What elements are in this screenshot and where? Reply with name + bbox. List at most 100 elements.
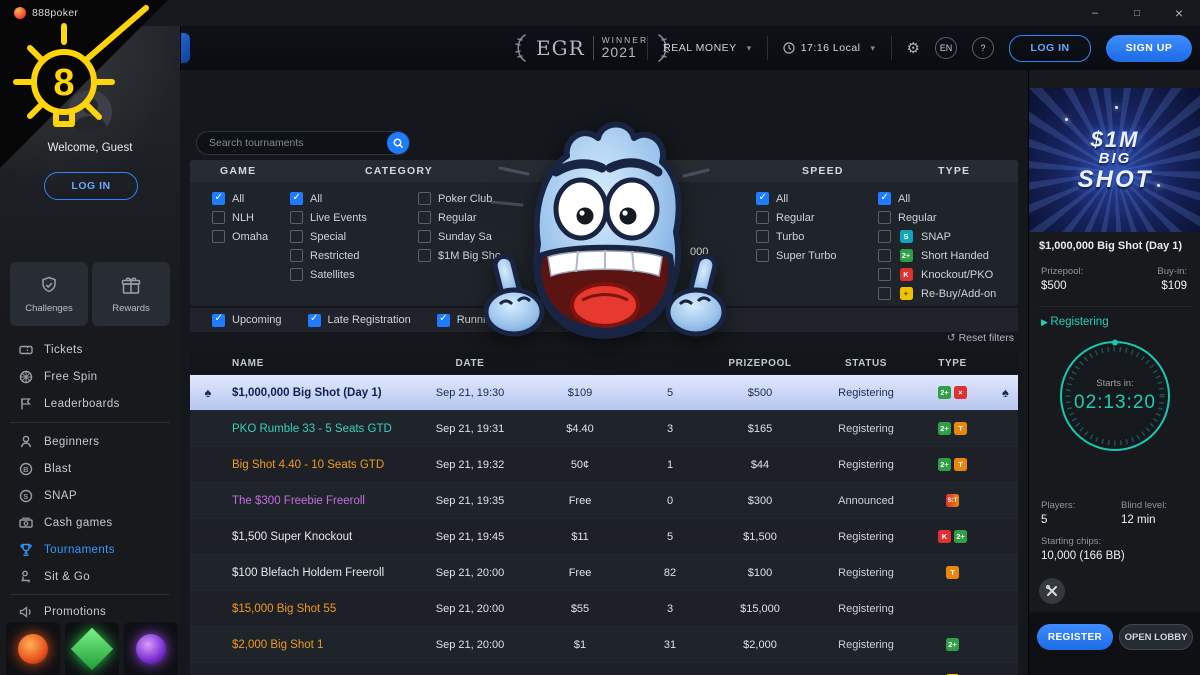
sidebar-item-sit-and-go[interactable]: Sit & Go bbox=[0, 565, 180, 589]
tournament-search bbox=[196, 131, 410, 155]
promo-line-1: $1M bbox=[1091, 128, 1140, 151]
sidebar-item-leaderboards[interactable]: Leaderboards bbox=[0, 392, 180, 416]
spade-icon bbox=[993, 385, 1018, 400]
table-header: NAME DATE PRIZEPOOL STATUS TYPE bbox=[190, 352, 1018, 375]
tournament-prizepool: $500 bbox=[700, 387, 820, 399]
maximize-icon[interactable] bbox=[1116, 0, 1158, 26]
search-button[interactable] bbox=[387, 132, 409, 154]
settings-gear-icon[interactable]: ⚙ bbox=[907, 39, 920, 57]
type-badge-icon: T bbox=[954, 422, 967, 435]
filter-category-satellites[interactable]: Satellites bbox=[290, 268, 367, 281]
checkbox bbox=[418, 249, 431, 262]
type-filter-header: TYPE bbox=[938, 165, 970, 177]
checkbox bbox=[212, 314, 225, 327]
sidebar-item-beginners[interactable]: Beginners bbox=[0, 430, 180, 454]
tournament-type-badges: K2+ bbox=[912, 530, 993, 543]
filter-type-all[interactable]: All bbox=[878, 192, 996, 205]
tournament-buyin: $109 bbox=[520, 387, 640, 399]
table-row[interactable]: $2,000 Big Shot 1 Sep 21, 20:00 $1 31 $2… bbox=[190, 627, 1018, 663]
app-title: 888poker bbox=[32, 7, 78, 19]
filter-category-live-events[interactable]: Live Events bbox=[290, 211, 367, 224]
search-input[interactable] bbox=[197, 136, 387, 150]
tournament-status: Registering bbox=[820, 639, 912, 651]
sidebar-item-tickets[interactable]: Tickets bbox=[0, 338, 180, 362]
tournament-status: Registering bbox=[820, 531, 912, 543]
sidebar-item-blast[interactable]: B Blast bbox=[0, 457, 180, 481]
table-row[interactable]: Big Shot 4.40 - 10 Seats GTD Sep 21, 19:… bbox=[190, 447, 1018, 483]
close-icon[interactable] bbox=[1158, 0, 1200, 26]
filter-late-registration[interactable]: Late Registration bbox=[308, 314, 411, 327]
real-money-dropdown[interactable]: REAL MONEY bbox=[663, 42, 752, 54]
table-row[interactable]: $15,000 Big Shot 55 Sep 21, 20:00 $55 3 … bbox=[190, 591, 1018, 627]
tournament-name: $1,500 Super Knockout bbox=[226, 531, 420, 543]
countdown-value: 02:13:20 bbox=[1057, 392, 1173, 414]
filter-speed-super-turbo[interactable]: Super Turbo bbox=[756, 249, 837, 262]
checkbox bbox=[756, 211, 769, 224]
divider bbox=[10, 422, 170, 423]
challenges-card[interactable]: Challenges bbox=[10, 262, 88, 326]
tournament-name: PKO Rumble 33 - 5 Seats GTD bbox=[226, 423, 420, 435]
local-time-dropdown[interactable]: 17:16 Local bbox=[783, 42, 876, 54]
checkbox bbox=[878, 211, 891, 224]
category-filter-column-a: All Live Events Special Restricted Satel… bbox=[290, 192, 367, 281]
table-row[interactable]: $1,000,000 Big Shot (Day 1) Sep 21, 19:3… bbox=[190, 375, 1018, 411]
sidebar-item-tournaments[interactable]: Tournaments bbox=[0, 538, 180, 562]
tournament-players: 3 bbox=[640, 603, 700, 615]
promo-tile-purple[interactable] bbox=[124, 622, 178, 675]
language-selector[interactable]: EN bbox=[935, 37, 957, 59]
sidebar-item-snap[interactable]: S SNAP bbox=[0, 484, 180, 508]
filter-speed-all[interactable]: All bbox=[756, 192, 837, 205]
table-row[interactable] bbox=[190, 663, 1018, 675]
sidebar-item-free-spin[interactable]: Free Spin bbox=[0, 365, 180, 389]
filter-game-all[interactable]: All bbox=[212, 192, 268, 205]
filter-game-omaha[interactable]: Omaha bbox=[212, 230, 268, 243]
promo-tiles bbox=[6, 622, 178, 675]
table-row[interactable]: $100 Blefach Holdem Freeroll Sep 21, 20:… bbox=[190, 555, 1018, 591]
table-row[interactable]: $1,500 Super Knockout Sep 21, 19:45 $11 … bbox=[190, 519, 1018, 555]
tournament-type-badges: S:T bbox=[912, 494, 993, 507]
filter-category-special[interactable]: Special bbox=[290, 230, 367, 243]
filter-speed-turbo[interactable]: Turbo bbox=[756, 230, 837, 243]
minimize-icon[interactable] bbox=[1074, 0, 1116, 26]
tournament-date: Sep 21, 19:35 bbox=[420, 495, 520, 507]
filter-upcoming[interactable]: Upcoming bbox=[212, 314, 282, 327]
open-lobby-button[interactable]: OPEN LOBBY bbox=[1119, 624, 1193, 650]
help-icon[interactable]: ? bbox=[972, 37, 994, 59]
filter-type-rebuy[interactable]: +Re-Buy/Add-on bbox=[878, 287, 996, 300]
tournament-name: $100 Blefach Holdem Freeroll bbox=[226, 567, 420, 579]
filter-type-knockout[interactable]: KKnockout/PKO bbox=[878, 268, 996, 281]
filter-speed-regular[interactable]: Regular bbox=[756, 211, 837, 224]
filter-game-nlh[interactable]: NLH bbox=[212, 211, 268, 224]
countdown-timer: Starts in: 02:13:20 bbox=[1057, 338, 1173, 454]
tournament-type-badges: T bbox=[912, 566, 993, 579]
checkbox bbox=[756, 230, 769, 243]
tournament-name: $2,000 Big Shot 1 bbox=[226, 639, 420, 651]
promo-tile-orange[interactable] bbox=[6, 622, 60, 675]
table-features-button[interactable] bbox=[1039, 578, 1065, 604]
filter-type-regular[interactable]: Regular bbox=[878, 211, 996, 224]
tournament-players: 1 bbox=[640, 459, 700, 471]
tournament-buyin: $4.40 bbox=[520, 423, 640, 435]
signup-button[interactable]: SIGN UP bbox=[1106, 35, 1192, 62]
filter-category-restricted[interactable]: Restricted bbox=[290, 249, 367, 262]
short-handed-badge-icon: 2+ bbox=[900, 249, 913, 262]
person-seated-icon bbox=[18, 569, 34, 585]
sidebar-item-promotions[interactable]: Promotions bbox=[0, 600, 180, 624]
filter-category-all[interactable]: All bbox=[290, 192, 367, 205]
tournament-date: Sep 21, 19:30 bbox=[420, 387, 520, 399]
table-row[interactable]: The $300 Freebie Freeroll Sep 21, 19:35 … bbox=[190, 483, 1018, 519]
table-row[interactable]: PKO Rumble 33 - 5 Seats GTD Sep 21, 19:3… bbox=[190, 411, 1018, 447]
rewards-card[interactable]: Rewards bbox=[92, 262, 170, 326]
sidebar-item-cash-games[interactable]: Cash games bbox=[0, 511, 180, 535]
filter-type-snap[interactable]: SSNAP bbox=[878, 230, 996, 243]
game-filter-header: GAME bbox=[220, 165, 256, 177]
promo-tile-green[interactable] bbox=[65, 622, 119, 675]
tournament-type-badges: 2+T bbox=[912, 458, 993, 471]
spade-icon bbox=[190, 385, 226, 400]
register-button[interactable]: REGISTER bbox=[1037, 624, 1113, 650]
tournament-prizepool: $1,500 bbox=[700, 531, 820, 543]
login-button[interactable]: LOG IN bbox=[1009, 35, 1091, 62]
tournament-type-badges: 2+T bbox=[912, 422, 993, 435]
filter-type-short-handed[interactable]: 2+Short Handed bbox=[878, 249, 996, 262]
selected-tournament-title: $1,000,000 Big Shot (Day 1) bbox=[1039, 240, 1195, 252]
